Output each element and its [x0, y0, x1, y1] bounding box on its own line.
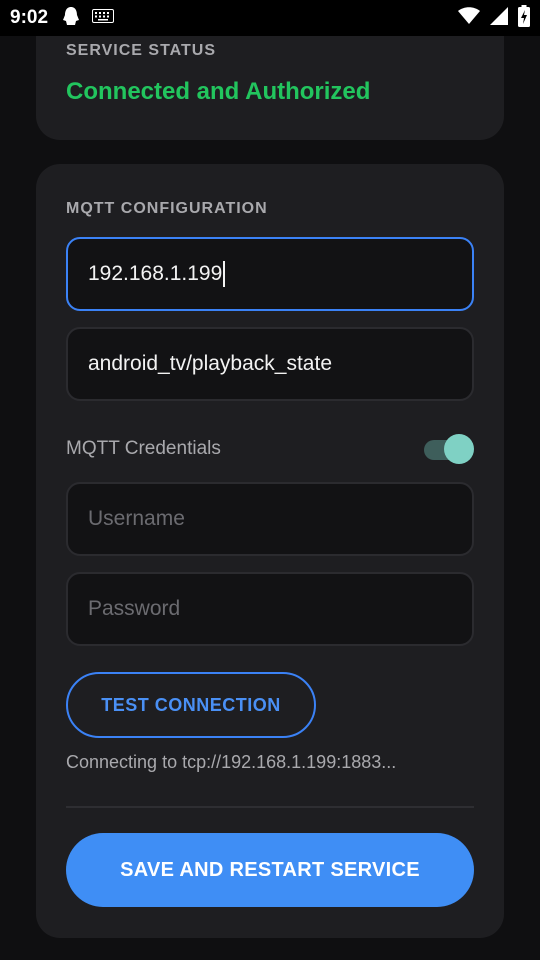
keyboard-icon [92, 8, 115, 28]
connection-status-text: Connecting to tcp://192.168.1.199:1883..… [66, 752, 397, 772]
service-status-label: SERVICE STATUS [66, 42, 217, 59]
clock: 9:02 [10, 7, 49, 28]
battery-icon [518, 4, 530, 32]
password-placeholder: Password [88, 597, 181, 620]
service-status-card: SERVICE STATUS Connected and Authorized [36, 36, 504, 140]
text-caret [223, 261, 226, 287]
signal-icon [490, 6, 508, 30]
username-placeholder: Username [88, 507, 185, 530]
test-connection-button[interactable]: TEST CONNECTION [66, 672, 316, 738]
mqtt-section-label: MQTT CONFIGURATION [66, 200, 268, 217]
username-input[interactable]: Username [66, 482, 474, 556]
wifi-icon [458, 6, 480, 30]
notification-icon [62, 6, 80, 31]
credentials-toggle[interactable] [422, 432, 474, 466]
credentials-label: MQTT Credentials [66, 438, 221, 459]
save-restart-button[interactable]: SAVE AND RESTART SERVICE [66, 833, 474, 907]
service-status-value: Connected and Authorized [66, 78, 371, 105]
mqtt-configuration-card: MQTT CONFIGURATION 192.168.1.199 android… [36, 164, 504, 938]
password-input[interactable]: Password [66, 572, 474, 646]
broker-host-value: 192.168.1.199 [88, 262, 223, 285]
credentials-row: MQTT Credentials [66, 432, 474, 466]
divider [66, 806, 474, 808]
status-bar: 9:02 [0, 0, 540, 36]
topic-value: android_tv/playback_state [88, 352, 332, 375]
toggle-thumb [444, 434, 474, 464]
topic-input[interactable]: android_tv/playback_state [66, 327, 474, 401]
broker-host-input[interactable]: 192.168.1.199 [66, 237, 474, 311]
